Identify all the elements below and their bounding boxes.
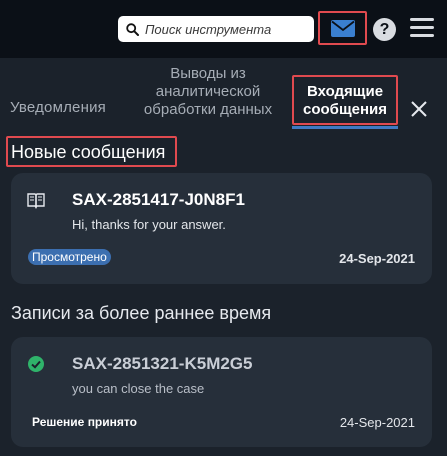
tab-analytics-line1: Выводы из bbox=[170, 65, 246, 82]
tab-analytics-line3: обработки данных bbox=[143, 101, 273, 118]
tab-notifications[interactable]: Уведомления bbox=[10, 99, 106, 116]
book-icon bbox=[27, 193, 45, 209]
question-icon: ? bbox=[379, 20, 390, 38]
message-date: 24-Sep-2021 bbox=[339, 415, 415, 430]
section-title-new-messages: Новые сообщения bbox=[6, 136, 177, 167]
message-card[interactable]: SAX-2851417-J0N8F1 Hi, thanks for your a… bbox=[11, 173, 432, 284]
tab-analytics-insights[interactable]: Выводы из аналитической обработки данных bbox=[134, 65, 282, 119]
envelope-icon bbox=[330, 19, 355, 37]
notifications-panel: Уведомления Выводы из аналитической обра… bbox=[0, 58, 447, 456]
message-date: 24-Sep-2021 bbox=[339, 251, 415, 266]
search-icon bbox=[126, 22, 139, 36]
active-tab-indicator bbox=[292, 126, 398, 129]
tab-inbox-line2: сообщения bbox=[303, 101, 387, 118]
search-input[interactable] bbox=[145, 21, 305, 37]
status-badge: Просмотрено bbox=[28, 249, 111, 265]
inbox-button[interactable] bbox=[318, 11, 367, 45]
tab-inbox-line1: Входящие bbox=[306, 83, 384, 100]
tab-inbox[interactable]: Входящие сообщения bbox=[292, 75, 398, 125]
search-box[interactable] bbox=[118, 16, 314, 42]
hamburger-menu-icon[interactable] bbox=[410, 18, 434, 38]
tab-bar: Уведомления Выводы из аналитической обра… bbox=[0, 58, 447, 130]
tab-analytics-line2: аналитической bbox=[155, 83, 261, 100]
message-preview: you can close the case bbox=[72, 381, 205, 396]
message-preview: Hi, thanks for your answer. bbox=[72, 217, 226, 232]
message-card[interactable]: SAX-2851321-K5M2G5 you can close the cas… bbox=[11, 337, 432, 447]
top-bar: ? bbox=[0, 0, 447, 58]
message-id: SAX-2851417-J0N8F1 bbox=[72, 190, 245, 209]
resolution-status: Решение принято bbox=[32, 415, 137, 429]
check-circle-icon bbox=[28, 356, 44, 372]
help-button[interactable]: ? bbox=[373, 18, 396, 41]
close-icon[interactable] bbox=[409, 99, 429, 119]
section-title-earlier: Записи за более раннее время bbox=[11, 303, 272, 323]
message-id: SAX-2851321-K5M2G5 bbox=[72, 354, 253, 373]
